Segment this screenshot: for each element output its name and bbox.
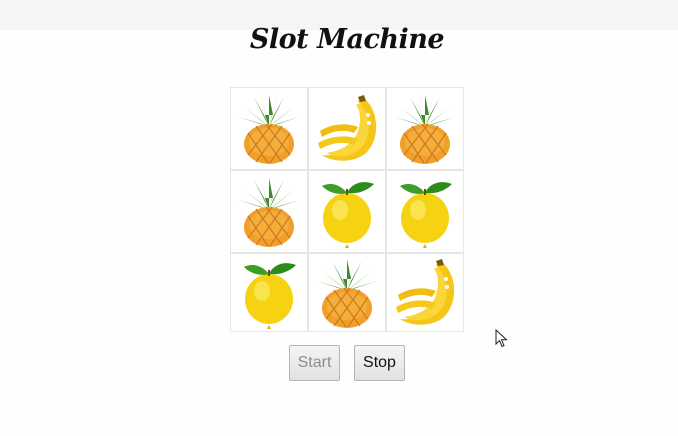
page-title: Slot Machine xyxy=(249,24,445,55)
lemon-icon xyxy=(234,257,304,329)
stop-button[interactable]: Stop xyxy=(354,345,405,381)
mouse-cursor-icon xyxy=(495,329,508,348)
slot-cell-r1-c1 xyxy=(230,87,308,170)
slot-reel-grid xyxy=(230,87,464,332)
slot-cell-r1-c2 xyxy=(308,87,386,170)
slot-cell-r3-c3 xyxy=(386,253,464,332)
slot-cell-r1-c3 xyxy=(386,87,464,170)
slot-cell-r2-c1 xyxy=(230,170,308,253)
lemon-icon xyxy=(390,176,460,248)
pineapple-icon xyxy=(234,93,304,165)
lemon-icon xyxy=(312,176,382,248)
banana-icon xyxy=(390,257,460,329)
banana-icon xyxy=(312,93,382,165)
slot-cell-r3-c2 xyxy=(308,253,386,332)
pineapple-icon xyxy=(234,176,304,248)
start-button[interactable]: Start xyxy=(289,345,340,381)
slot-cell-r2-c2 xyxy=(308,170,386,253)
pineapple-icon xyxy=(312,257,382,329)
pineapple-icon xyxy=(390,93,460,165)
slot-cell-r3-c1 xyxy=(230,253,308,332)
slot-cell-r2-c3 xyxy=(386,170,464,253)
